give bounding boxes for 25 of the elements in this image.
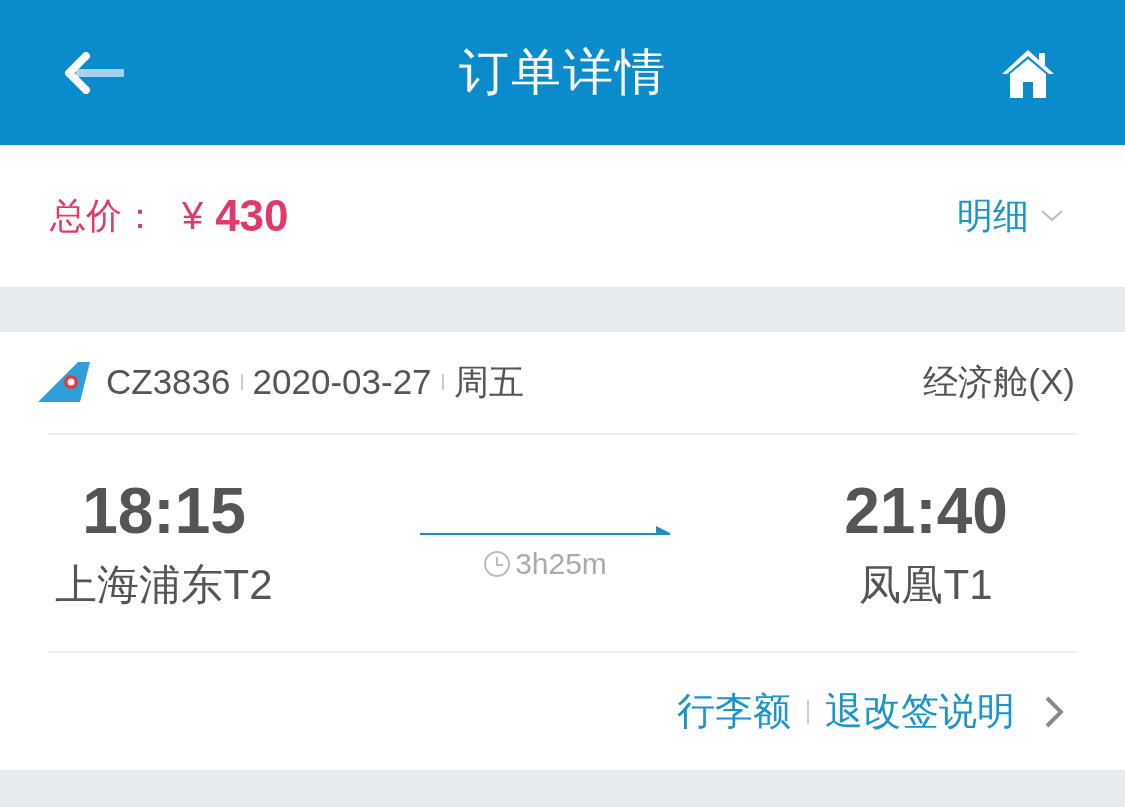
page-title: 订单详情 xyxy=(457,43,668,102)
right-arrow-icon xyxy=(420,525,670,535)
price-detail-toggle[interactable]: 明细 xyxy=(957,191,1063,241)
currency-symbol: ¥ xyxy=(182,194,204,238)
cabin-class: 经济舱(X) xyxy=(923,360,1075,403)
airline-tail-logo-icon xyxy=(38,362,90,403)
home-icon xyxy=(1001,47,1055,98)
back-arrow-icon xyxy=(64,51,124,94)
flight-date: 2020-03-27 xyxy=(252,362,432,403)
departure-station: 上海浦东T2 xyxy=(55,560,273,610)
chevron-right-icon xyxy=(1045,695,1063,728)
flight-weekday: 周五 xyxy=(453,360,524,403)
total-price-label: 总价： xyxy=(50,193,158,238)
flight-number: CZ3836 xyxy=(106,362,231,403)
policy-link[interactable]: 行李额 xyxy=(677,686,791,738)
total-price-amount: 430 xyxy=(215,191,289,241)
chevron-down-icon xyxy=(1041,210,1063,222)
departure-time: 18:15 xyxy=(82,475,246,546)
clock-icon xyxy=(483,550,512,578)
arrival-station: 凤凰T1 xyxy=(859,560,993,610)
back-button[interactable] xyxy=(64,51,124,94)
arrival-time: 21:40 xyxy=(844,475,1008,546)
flight-duration: 3h25m xyxy=(515,547,607,581)
home-button[interactable] xyxy=(1001,47,1055,98)
policy-link[interactable]: 退改签说明 xyxy=(825,686,1015,738)
